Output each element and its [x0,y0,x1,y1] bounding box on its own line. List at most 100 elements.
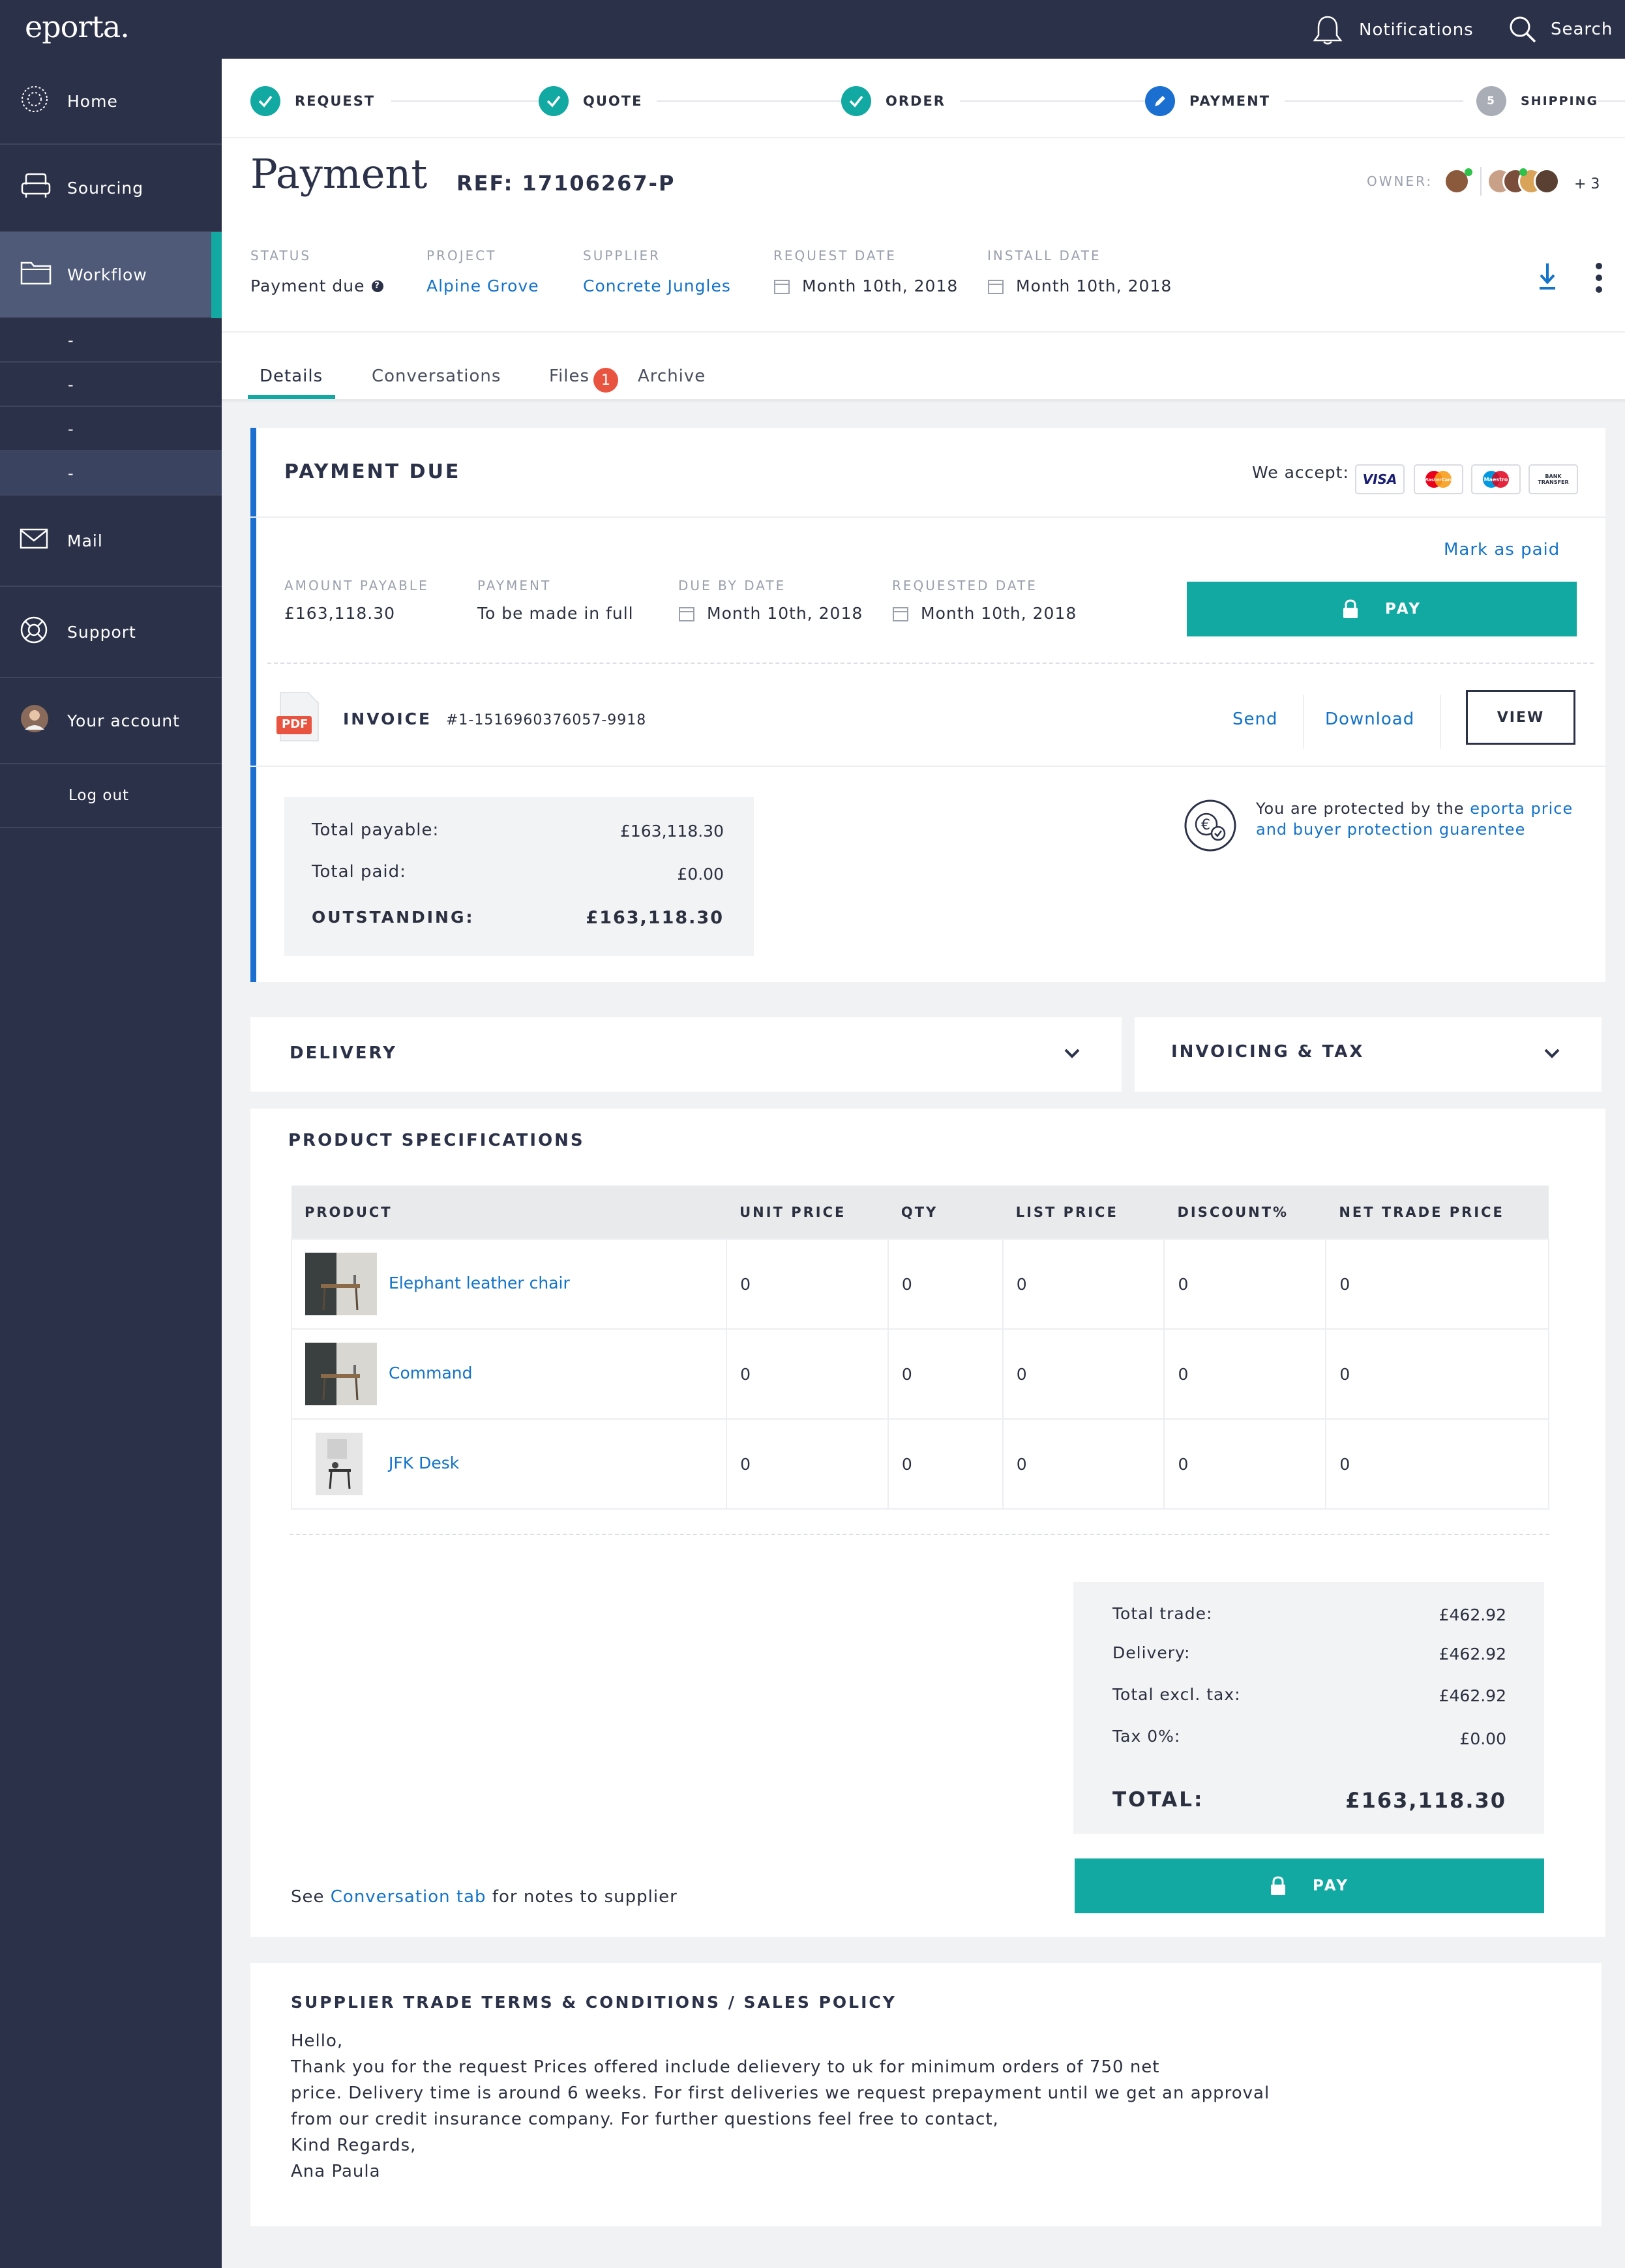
more-members-count[interactable]: + 3 [1574,176,1600,192]
pdf-label: PDF [282,717,308,731]
lock-icon [1343,599,1358,618]
divider [1480,167,1482,196]
column-header[interactable]: QTY [887,1186,1003,1239]
lock-icon [1271,1876,1285,1895]
invoice-label: INVOICE [343,709,432,728]
payment-terms-label: PAYMENT [477,578,552,593]
tab-archive[interactable]: Archive [638,366,706,386]
product-thumbnail[interactable] [305,1433,377,1495]
list-price-cell: 0 [1002,1328,1165,1420]
requested-date-value: Month 10th, 2018 [892,604,1077,623]
terms-line: Ana Paula [291,2162,381,2181]
step-payment[interactable]: PAYMENT [1145,86,1285,116]
column-header[interactable]: PRODUCT [291,1186,727,1239]
pay-button[interactable]: PAY [1075,1858,1544,1913]
terms-line: Thank you for the request Prices offered… [291,2057,1160,2077]
tab-details[interactable]: Details [260,366,323,386]
amount-payable-value: £163,118.30 [284,604,396,623]
step-request[interactable]: REQUEST [250,86,390,116]
sidebar-item-label: Support [67,622,136,642]
tab-conversations[interactable]: Conversations [372,366,501,386]
notifications-button[interactable]: Notifications [1311,14,1474,46]
total-trade-value: £462.92 [1439,1605,1506,1624]
sidebar-item-label: Home [67,91,118,111]
send-invoice-link[interactable]: Send [1232,709,1277,729]
unit-price-cell: 0 [726,1238,889,1330]
protection-link[interactable]: and buyer protection guarentee [1256,820,1525,839]
amount-payable-label: AMOUNT PAYABLE [284,578,429,593]
download-icon[interactable] [1538,262,1557,291]
download-invoice-link[interactable]: Download [1325,709,1414,729]
qty-cell: 0 [887,1238,1004,1330]
pdf-file-icon [276,692,319,741]
conversation-tab-link[interactable]: Conversation tab [331,1887,486,1907]
tab-files[interactable]: Files [549,366,589,386]
unit-price-cell: 0 [726,1328,889,1420]
chevron-down-icon[interactable] [1543,1047,1561,1060]
status-label: STATUS [250,248,312,263]
delivery-section[interactable]: DELIVERY [250,1017,1122,1092]
sidebar-item-workflow[interactable]: Workflow [0,232,222,318]
mark-as-paid-link[interactable]: Mark as paid [1444,540,1560,560]
help-icon[interactable]: ? [371,280,383,292]
product-link[interactable]: Command [389,1364,473,1382]
step-quote[interactable]: QUOTE [539,86,657,116]
sidebar-item-support[interactable]: Support [0,587,222,678]
table-row[interactable]: JFK Desk 0 0 0 0 0 [290,1418,1549,1510]
sidebar-subitem[interactable]: - [0,363,222,407]
terms-title: SUPPLIER TRADE TERMS & CONDITIONS / SALE… [291,1993,897,2012]
column-header[interactable]: UNIT PRICE [726,1186,888,1239]
product-link[interactable]: JFK Desk [389,1454,459,1472]
divider [222,331,1625,333]
table-row[interactable]: Elephant leather chair 0 0 0 0 0 [290,1238,1549,1330]
view-invoice-button[interactable]: VIEW [1466,690,1575,745]
invoicing-tax-section[interactable]: INVOICING & TAX [1135,1017,1602,1092]
sidebar-item-mail[interactable]: Mail [0,496,222,587]
search-icon [1510,16,1536,43]
request-date-label: REQUEST DATE [773,248,897,263]
sidebar-item-sourcing[interactable]: Sourcing [0,145,222,232]
discount-cell: 0 [1163,1418,1327,1510]
chevron-down-icon[interactable] [1063,1047,1081,1060]
grand-total-value: £163,118.30 [1345,1788,1506,1813]
sidebar-subitem[interactable]: - [0,318,222,363]
sidebar-item-label: Sourcing [67,178,144,198]
divider [250,766,1605,767]
total-paid-value: £0.00 [677,865,724,884]
pay-button[interactable]: PAY [1187,582,1577,636]
protection-link[interactable]: eporta price [1470,799,1573,818]
sidebar-item-account[interactable]: Your account [0,678,222,764]
sidebar-subitem[interactable]: - [0,451,222,496]
step-shipping[interactable]: 5 SHIPPING [1463,86,1599,116]
product-thumbnail[interactable] [305,1343,377,1405]
member-avatar[interactable] [1534,168,1560,194]
table-row[interactable]: Command 0 0 0 0 0 [290,1328,1549,1420]
supplier-link[interactable]: Concrete Jungles [583,276,731,295]
product-link[interactable]: Elephant leather chair [389,1274,570,1292]
sidebar-item-label: Mail [67,531,103,550]
step-order[interactable]: ORDER [841,86,960,116]
folder-icon [20,259,52,290]
net-trade-price-cell: 0 [1325,1418,1549,1510]
pencil-icon [1145,86,1175,116]
delivery-cost-label: Delivery: [1112,1643,1191,1662]
more-options-icon[interactable] [1595,262,1603,293]
svg-text:€: € [1201,817,1210,833]
logo[interactable]: eporta. [25,9,130,44]
qty-cell: 0 [887,1418,1004,1510]
project-link[interactable]: Alpine Grove [426,276,539,295]
install-date: Month 10th, 2018 [987,276,1172,295]
column-header[interactable]: NET TRADE PRICE [1326,1186,1549,1239]
product-thumbnail[interactable] [305,1253,377,1315]
active-indicator [211,232,222,318]
protection-text: You are protected by the eporta price an… [1256,799,1573,839]
project-label: PROJECT [426,248,497,263]
column-header[interactable]: DISCOUNT% [1164,1186,1326,1239]
bank-transfer-icon: BANK TRANSFER [1528,464,1578,494]
sidebar-item-logout[interactable]: Log out [0,764,222,828]
sidebar-subitem[interactable]: - [0,407,222,451]
step-label: QUOTE [583,93,643,109]
search-button[interactable]: Search [1508,14,1613,44]
column-header[interactable]: LIST PRICE [1002,1186,1165,1239]
sidebar-item-home[interactable]: Home [0,59,222,145]
